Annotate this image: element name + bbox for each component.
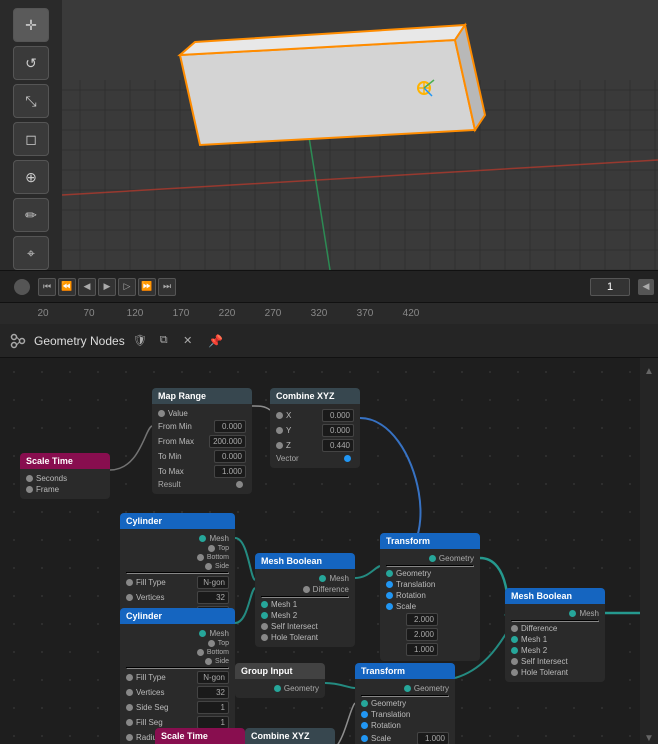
- viewport-3d[interactable]: ✛ ↺ ⤡ ◻ ⊕ ✏ ⌖: [0, 0, 658, 270]
- node-editor: Geometry Nodes 🛡 ⧉ ✕ 📌: [0, 324, 658, 744]
- scroll-down-arrow[interactable]: ▼: [644, 733, 654, 744]
- scroll-up-arrow[interactable]: ▲: [644, 366, 654, 377]
- node-cylinder-2[interactable]: Cylinder Mesh Top Bottom Side Fill TypeN…: [120, 608, 235, 744]
- ruler-mark: 70: [66, 308, 112, 319]
- node-header-group-input: Group Input: [235, 663, 325, 679]
- node-body-map-range: Value From Min0.000 From Max200.000 To M…: [152, 404, 252, 494]
- transform-tool[interactable]: ◻: [13, 122, 49, 156]
- node-canvas[interactable]: Scale Time Seconds Frame Map Range Value…: [0, 358, 658, 744]
- node-mesh-boolean-1[interactable]: Mesh Boolean Mesh Difference Mesh 1 Mesh…: [255, 553, 355, 647]
- play-btn[interactable]: ▶: [98, 278, 116, 296]
- node-header-mesh-bool-1: Mesh Boolean: [255, 553, 355, 569]
- node-body-transform-2: Geometry Geometry Translation Rotation S…: [355, 679, 455, 744]
- grid-canvas: [0, 0, 658, 270]
- node-scale-time-1[interactable]: Scale Time Seconds Frame: [20, 453, 110, 499]
- node-mesh-boolean-2[interactable]: Mesh Boolean Mesh Difference Mesh 1 Mesh…: [505, 588, 605, 682]
- ruler-mark: 270: [250, 308, 296, 319]
- node-header-scale-time-1: Scale Time: [20, 453, 110, 469]
- node-editor-header: Geometry Nodes 🛡 ⧉ ✕ 📌: [0, 324, 658, 358]
- move-tool[interactable]: ✛: [13, 8, 49, 42]
- node-header-combine-xyz-2: Combine XYZ: [245, 728, 335, 744]
- node-combine-xyz-1[interactable]: Combine XYZ X0.000 Y0.000 Z0.440 Vector: [270, 388, 360, 468]
- cursor-tool[interactable]: ⊕: [13, 160, 49, 194]
- current-frame[interactable]: 1: [590, 278, 630, 296]
- node-transform-1[interactable]: Transform Geometry Geometry Translation …: [380, 533, 480, 661]
- annotate-tool[interactable]: ✏: [13, 198, 49, 232]
- ruler-mark: 170: [158, 308, 204, 319]
- copy-btn[interactable]: ⧉: [155, 332, 173, 350]
- node-editor-icon: [8, 331, 28, 351]
- ruler-mark: 370: [342, 308, 388, 319]
- ruler-mark: 20: [20, 308, 66, 319]
- shield-btn[interactable]: 🛡: [131, 332, 149, 350]
- timeline-controls: ⏮ ⏪ ◀ ▶ ▷ ⏩ ⏭: [0, 278, 184, 296]
- timeline-end-frame[interactable]: ◀: [638, 279, 654, 295]
- node-transform-2[interactable]: Transform Geometry Geometry Translation …: [355, 663, 455, 744]
- node-group-input[interactable]: Group Input Geometry: [235, 663, 325, 698]
- node-combine-xyz-2[interactable]: Combine XYZ Vector X0.000 Y0.000 Z0.000: [245, 728, 335, 744]
- frame-ruler: 20 70 120 170 220 270 320 370 420: [0, 302, 658, 324]
- node-header-cylinder-1: Cylinder: [120, 513, 235, 529]
- node-body-group-input: Geometry: [235, 679, 325, 698]
- step-fwd-btn[interactable]: ▷: [118, 278, 136, 296]
- jump-end-btn[interactable]: ⏭: [158, 278, 176, 296]
- node-body-transform-1: Geometry Geometry Translation Rotation S…: [380, 549, 480, 661]
- node-scale-time-2[interactable]: Scale Time Seconds Frame: [155, 728, 245, 744]
- node-body-mesh-bool-2: Mesh Difference Mesh 1 Mesh 2 Self Inter…: [505, 604, 605, 682]
- node-header-map-range: Map Range: [152, 388, 252, 404]
- rotate-tool[interactable]: ↺: [13, 46, 49, 80]
- editor-title: Geometry Nodes: [34, 334, 125, 348]
- step-back-btn[interactable]: ◀: [78, 278, 96, 296]
- pin-btn[interactable]: 📌: [207, 332, 225, 350]
- node-right-panel: ▲ ▼: [640, 358, 658, 744]
- node-body-combine-xyz-1: X0.000 Y0.000 Z0.440 Vector: [270, 404, 360, 468]
- measure-tool[interactable]: ⌖: [13, 236, 49, 270]
- playhead-dot: [14, 279, 30, 295]
- node-header-combine-xyz-1: Combine XYZ: [270, 388, 360, 404]
- next-keyframe-btn[interactable]: ⏩: [138, 278, 156, 296]
- node-header-transform-1: Transform: [380, 533, 480, 549]
- scale-tool[interactable]: ⤡: [13, 84, 49, 118]
- left-toolbar: ✛ ↺ ⤡ ◻ ⊕ ✏ ⌖: [0, 0, 62, 270]
- jump-start-btn[interactable]: ⏮: [38, 278, 56, 296]
- node-body-scale-time-1: Seconds Frame: [20, 469, 110, 499]
- node-header-cylinder-2: Cylinder: [120, 608, 235, 624]
- node-header-transform-2: Transform: [355, 663, 455, 679]
- timeline-strip: ⏮ ⏪ ◀ ▶ ▷ ⏩ ⏭ 1 ◀: [0, 270, 658, 302]
- close-btn[interactable]: ✕: [179, 332, 197, 350]
- prev-keyframe-btn[interactable]: ⏪: [58, 278, 76, 296]
- node-body-cylinder-2: Mesh Top Bottom Side Fill TypeN-gon Vert…: [120, 624, 235, 744]
- ruler-mark: 120: [112, 308, 158, 319]
- ruler-mark: 420: [388, 308, 434, 319]
- ruler-mark: 220: [204, 308, 250, 319]
- node-header-scale-time-2: Scale Time: [155, 728, 245, 744]
- node-body-mesh-bool-1: Mesh Difference Mesh 1 Mesh 2 Self Inter…: [255, 569, 355, 647]
- node-map-range[interactable]: Map Range Value From Min0.000 From Max20…: [152, 388, 252, 494]
- ruler-mark: 320: [296, 308, 342, 319]
- node-header-mesh-bool-2: Mesh Boolean: [505, 588, 605, 604]
